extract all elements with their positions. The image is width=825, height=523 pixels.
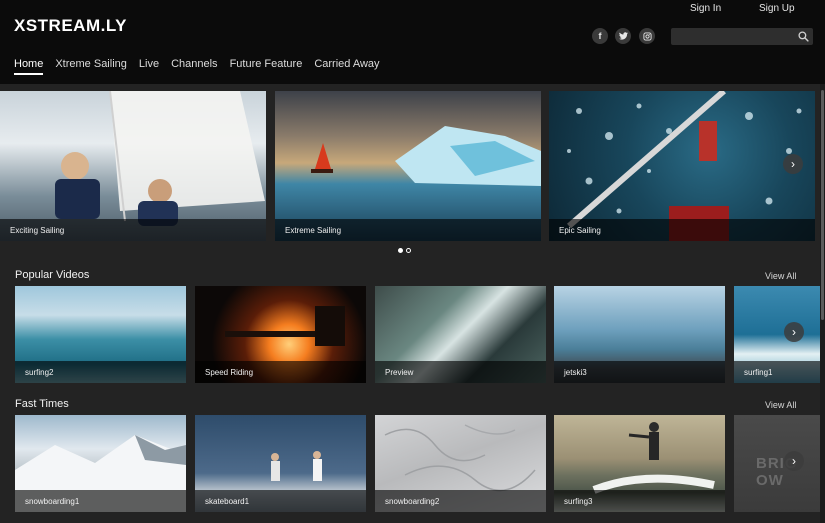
hero-caption: Extreme Sailing — [275, 219, 541, 241]
video-card[interactable]: jetski3 — [554, 286, 725, 383]
nav-item-carried-away[interactable]: Carried Away — [314, 58, 379, 75]
scrollbar-thumb[interactable] — [821, 90, 824, 320]
view-all-popular-videos[interactable]: View All — [765, 271, 796, 281]
hero-caption: Exciting Sailing — [0, 219, 266, 241]
video-card[interactable]: Speed Riding — [195, 286, 366, 383]
twitter-icon[interactable] — [615, 28, 631, 44]
video-caption: Preview — [375, 361, 546, 383]
nav-item-channels[interactable]: Channels — [171, 58, 217, 75]
nav-item-future-feature[interactable]: Future Feature — [230, 58, 303, 75]
search-input[interactable] — [671, 28, 813, 45]
video-caption: snowboarding2 — [375, 490, 546, 512]
carousel-pagination — [398, 248, 411, 253]
video-card[interactable]: surfing2 — [15, 286, 186, 383]
row-title-popular-videos: Popular Videos — [15, 269, 90, 281]
main-nav: Home Xtreme Sailing Live Channels Future… — [14, 58, 392, 75]
sign-in-link[interactable]: Sign In — [690, 3, 721, 14]
video-caption: jetski3 — [554, 361, 725, 383]
sign-up-link[interactable]: Sign Up — [759, 3, 795, 14]
nav-item-xtreme-sailing[interactable]: Xtreme Sailing — [55, 58, 127, 75]
hero-card[interactable]: Extreme Sailing — [275, 91, 541, 241]
pagination-dot[interactable] — [406, 248, 411, 253]
video-card[interactable]: snowboarding1 — [15, 415, 186, 512]
video-card[interactable]: skateboard1 — [195, 415, 366, 512]
video-card[interactable]: surfing3 — [554, 415, 725, 512]
nav-item-live[interactable]: Live — [139, 58, 159, 75]
row-next-button[interactable]: › — [784, 322, 804, 342]
nav-item-home[interactable]: Home — [14, 58, 44, 75]
pagination-dot[interactable] — [398, 248, 403, 253]
hero-carousel: Exciting Sailing Extreme Sailing Epic Sa… — [0, 91, 825, 243]
hero-card[interactable]: Epic Sailing › — [549, 91, 815, 241]
video-caption: skateboard1 — [195, 490, 366, 512]
video-caption: surfing2 — [15, 361, 186, 383]
hero-card[interactable]: Exciting Sailing — [0, 91, 266, 241]
hero-next-button[interactable]: › — [783, 154, 803, 174]
view-all-fast-times[interactable]: View All — [765, 400, 796, 410]
video-card[interactable]: Preview — [375, 286, 546, 383]
row-title-fast-times: Fast Times — [15, 398, 69, 410]
video-card[interactable]: snowboarding2 — [375, 415, 546, 512]
video-card[interactable]: surfing1 › — [734, 286, 820, 383]
video-caption: snowboarding1 — [15, 490, 186, 512]
video-card[interactable]: BRIG OW › — [734, 415, 820, 512]
facebook-icon[interactable]: f — [592, 28, 608, 44]
video-caption: surfing1 — [734, 361, 820, 383]
row-next-button[interactable]: › — [784, 451, 804, 471]
hero-caption: Epic Sailing — [549, 219, 815, 241]
site-header: XSTREAM.LY Sign In Sign Up f Home Xtreme… — [0, 0, 825, 84]
instagram-icon[interactable] — [639, 28, 655, 44]
video-caption: Speed Riding — [195, 361, 366, 383]
site-logo[interactable]: XSTREAM.LY — [14, 16, 127, 36]
search-icon[interactable] — [798, 31, 809, 42]
video-caption: surfing3 — [554, 490, 725, 512]
